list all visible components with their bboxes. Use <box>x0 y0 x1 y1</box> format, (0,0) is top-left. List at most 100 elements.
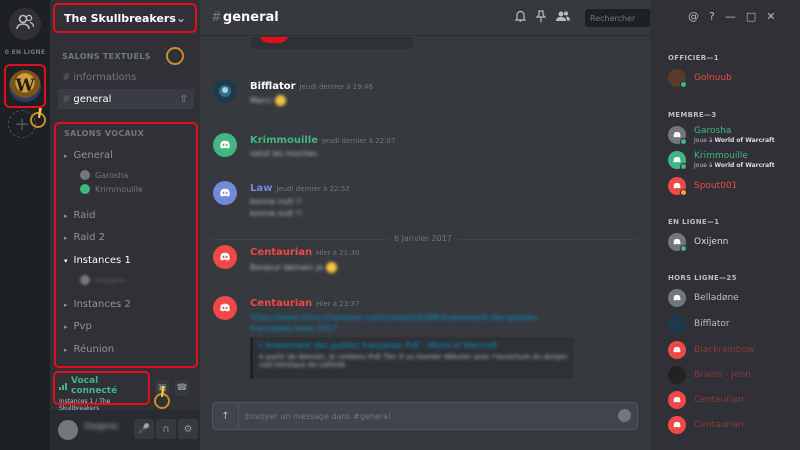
message-link[interactable]: https://www.mmo-champion.com/content/639… <box>250 312 580 334</box>
member-name: Spout001 <box>694 181 738 191</box>
help-icon[interactable]: ? <box>709 10 715 23</box>
message-timestamp: Hier à 21:30 <box>316 249 360 257</box>
member-item[interactable]: Brains - Jenn <box>668 364 798 386</box>
avatar <box>668 315 686 333</box>
voice-channel-label: Réunion <box>73 344 115 355</box>
voice-channel-instances-2[interactable]: ▸ Instances 2 <box>64 299 131 310</box>
channel-label: general <box>73 93 112 105</box>
at-mentions-icon[interactable]: @ <box>688 10 699 23</box>
message-timestamp: Jeudi dernier à 19:46 <box>299 83 373 91</box>
channel-title: #general <box>211 10 279 25</box>
disconnect-icon[interactable]: ☎ <box>175 380 189 396</box>
avatar[interactable] <box>58 420 78 440</box>
message-timestamp: Jeudi dernier à 22:07 <box>322 137 396 145</box>
hash-icon: # <box>211 10 222 25</box>
voice-channel-label: Instances 1 <box>73 255 131 266</box>
bell-icon[interactable] <box>514 10 527 25</box>
member-item[interactable]: Krimmouille Joue à World of Warcraft <box>668 149 798 171</box>
avatar[interactable] <box>213 79 237 103</box>
gear-icon[interactable]: ⚙ <box>178 419 198 439</box>
voice-channel-pvp[interactable]: ▸ Pvp <box>64 321 92 332</box>
invite-icon[interactable]: ⇧ <box>180 94 188 105</box>
member-item[interactable]: Spout001 <box>668 175 798 197</box>
friends-button[interactable] <box>9 8 41 40</box>
voice-user[interactable]: Garosha <box>80 170 128 180</box>
message-input[interactable] <box>245 408 605 424</box>
channel-label: informations <box>73 71 137 83</box>
embed-title[interactable]: L'évènement des guildes françaises PvE -… <box>259 341 568 350</box>
message-author[interactable]: Bifflator Jeudi dernier à 19:46 <box>250 81 373 92</box>
avatar[interactable] <box>213 296 237 320</box>
member-item[interactable]: Blackrainbow <box>668 339 798 361</box>
voice-channel-label: Raid <box>73 210 96 221</box>
member-item[interactable]: Oxijenn <box>668 231 798 253</box>
avatar[interactable] <box>213 181 237 205</box>
emoji-picker-icon[interactable] <box>618 409 631 422</box>
voice-channel-instances-1[interactable]: ▾ Instances 1 <box>64 255 131 266</box>
voice-channels-category[interactable]: SALONS VOCAUX <box>64 129 144 138</box>
message-author[interactable]: Law Jeudi dernier à 22:52 <box>250 183 350 194</box>
emoji-icon <box>326 262 338 273</box>
close-icon[interactable]: ✕ <box>766 10 775 23</box>
members-icon[interactable] <box>556 10 570 25</box>
text-channels-category[interactable]: SALONS TEXTUELS <box>62 52 151 61</box>
member-item[interactable]: Golnuub <box>668 67 798 89</box>
member-item[interactable]: Centaurian <box>668 414 798 436</box>
headphones-icon[interactable]: ∩ <box>156 419 176 439</box>
member-item[interactable]: Garosha Joue à World of Warcraft <box>668 124 798 146</box>
avatar <box>80 184 90 194</box>
guild-icon-skullbreakers[interactable]: W <box>4 64 46 108</box>
voice-status-title: Vocal connecté <box>71 376 118 396</box>
message-content: bonne nuit !! <box>250 209 303 218</box>
message-author[interactable]: Krimmouille Jeudi dernier à 22:07 <box>250 135 395 146</box>
member-item[interactable]: Bifflator <box>668 313 798 335</box>
member-group-label: HORS LIGNE—25 <box>668 274 737 282</box>
voice-channel-general[interactable]: ▸ General <box>64 150 113 161</box>
status-online-icon <box>680 163 687 170</box>
voice-user[interactable]: Krimmouille <box>80 184 143 194</box>
minimize-icon[interactable]: — <box>725 10 736 23</box>
avatar <box>668 341 686 359</box>
avatar <box>668 366 686 384</box>
voice-user-name: Oxijenn <box>95 275 126 285</box>
voice-channel-raid[interactable]: ▸ Raid <box>64 210 96 221</box>
server-menu-button[interactable]: The Skullbreakers ⌄ <box>53 3 197 33</box>
wow-logo-icon: W <box>9 70 41 102</box>
channel-informations[interactable]: # informations <box>58 67 194 87</box>
voice-user[interactable]: Oxijenn <box>80 275 126 285</box>
message-timestamp: Hier à 23:37 <box>316 300 360 308</box>
speaker-icon: ▸ <box>64 345 68 354</box>
member-name: Golnuub <box>694 73 732 83</box>
avatar[interactable] <box>213 245 237 269</box>
member-name: Garosha <box>694 126 732 136</box>
username: Oxijenn <box>84 422 119 432</box>
search-placeholder: Rechercher <box>590 13 636 23</box>
annotation-ring <box>166 47 184 65</box>
channel-general[interactable]: # general ⇧ <box>58 89 194 109</box>
maximize-icon[interactable]: □ <box>746 10 756 23</box>
avatar[interactable] <box>213 133 237 157</box>
voice-channel-raid-2[interactable]: ▸ Raid 2 <box>64 232 105 243</box>
date-divider-label: 6 janvier 2017 <box>388 234 458 243</box>
upload-icon[interactable]: ↑ <box>213 403 239 429</box>
friends-icon <box>15 13 35 35</box>
hash-icon: # <box>62 93 71 105</box>
channel-title-text: general <box>222 10 279 25</box>
user-panel: Oxijenn 🎤 ∩ ⚙ <box>50 410 200 450</box>
message-author[interactable]: Centaurian Hier à 23:37 <box>250 298 359 309</box>
microphone-icon[interactable]: 🎤 <box>134 419 154 439</box>
voice-connection-status[interactable]: Vocal connecté Instances 1 / The Skullbr… <box>53 371 150 412</box>
member-group-label: EN LIGNE—1 <box>668 218 720 226</box>
member-name: Bifflator <box>694 319 730 329</box>
member-name: Brains - Jenn <box>694 370 751 380</box>
message-content: bonne nuit !! <box>250 197 303 206</box>
message-content: salut les moches <box>250 149 318 158</box>
member-item[interactable]: Belladøne <box>668 287 798 309</box>
status-idle-icon <box>680 189 687 196</box>
pin-icon[interactable] <box>535 10 547 25</box>
member-item[interactable]: Centaurian <box>668 389 798 411</box>
message-author[interactable]: Centaurian Hier à 21:30 <box>250 247 359 258</box>
emoji-icon <box>274 95 286 106</box>
voice-channel-label: Raid 2 <box>73 232 106 243</box>
voice-channel-reunion[interactable]: ▸ Réunion <box>64 344 114 355</box>
